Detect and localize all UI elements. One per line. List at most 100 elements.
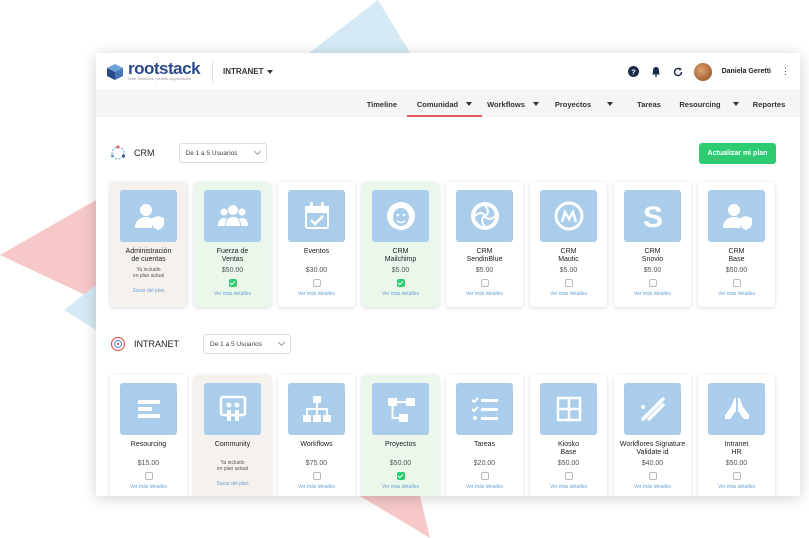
- card-resourcing[interactable]: Resourcing $15.00 Ver más detalles: [110, 375, 187, 496]
- see-details-link[interactable]: Ver más detalles: [466, 291, 503, 297]
- rootstack-logo[interactable]: rootstack Web Solutions | Mobile Applica…: [106, 60, 201, 81]
- card-eventos[interactable]: Eventos $30.00 Ver más detalles: [278, 182, 355, 307]
- card-name: Intranet HR: [724, 441, 749, 456]
- card-checkbox[interactable]: [312, 472, 321, 480]
- see-details-link[interactable]: Ver más detalles: [634, 291, 671, 297]
- refresh-icon[interactable]: [672, 66, 684, 78]
- card-checkbox[interactable]: [228, 279, 237, 287]
- hands-icon: [724, 397, 749, 419]
- card-name: Workflores Signature Validate id: [619, 441, 686, 456]
- intranet-icon: [110, 336, 126, 352]
- card-checkbox[interactable]: [396, 472, 405, 480]
- nav-comunidad[interactable]: Comunidad: [407, 91, 482, 117]
- sitemap-icon: [302, 396, 331, 422]
- card-name: Fuerza de Ventas: [216, 248, 249, 263]
- card-checkbox[interactable]: [648, 472, 657, 480]
- card-checkbox[interactable]: [396, 279, 405, 287]
- card-price: $5.00: [391, 267, 410, 274]
- card-checkbox[interactable]: [732, 279, 741, 287]
- card-name: CRM SendinBlue: [466, 248, 503, 263]
- bell-icon[interactable]: [650, 66, 662, 78]
- card-checkbox[interactable]: [312, 279, 321, 287]
- nav-resourcing[interactable]: Resourcing: [674, 91, 744, 117]
- see-details-link[interactable]: Ver más detalles: [382, 484, 419, 490]
- intranet-users-select[interactable]: De 1 a 5 Usuarios: [203, 334, 291, 354]
- card-price: $5.00: [643, 267, 662, 274]
- card-checkbox[interactable]: [648, 279, 657, 287]
- card-crm-mautic[interactable]: CRM Mautic $5.00 Ver más detalles: [530, 182, 607, 307]
- see-details-link[interactable]: Ver más detalles: [466, 484, 503, 490]
- card-name: Resourcing: [130, 441, 167, 448]
- card-crm-mailchimp[interactable]: CRM Mailchimp $5.00 Ver más detalles: [362, 182, 439, 307]
- remove-from-plan-link[interactable]: Sacar del plan: [133, 288, 165, 294]
- card-price: $5.00: [559, 267, 578, 274]
- card-price: $20.00: [473, 460, 496, 467]
- card-name: CRM Snovio: [641, 248, 664, 263]
- sendinblue-icon: [470, 202, 499, 230]
- svg-text:S: S: [642, 201, 662, 232]
- see-details-link[interactable]: Ver más detalles: [298, 291, 335, 297]
- signature-icon: [640, 397, 665, 421]
- card-workflows[interactable]: Workflows $75.00 Ver más detalles: [278, 375, 355, 496]
- remove-from-plan-link[interactable]: Sacar del plan: [217, 481, 249, 487]
- section-dropdown[interactable]: INTRANET: [223, 67, 274, 76]
- caret-down-icon: [267, 69, 274, 74]
- see-details-link[interactable]: Ver más detalles: [130, 484, 167, 490]
- card-crm-snovio[interactable]: S CRM Snovio $5.00 Ver más detalles: [614, 182, 691, 307]
- card-proyectos[interactable]: Proyectos $50.00 Ver más detalles: [362, 375, 439, 496]
- see-details-link[interactable]: Ver más detalles: [382, 291, 419, 297]
- card-tareas[interactable]: Tareas $20.00 Ver más detalles: [446, 375, 523, 496]
- card-workflores-signature[interactable]: Workflores Signature Validate id $40.00 …: [614, 375, 691, 496]
- see-details-link[interactable]: Ver más detalles: [550, 484, 587, 490]
- avatar[interactable]: [693, 62, 712, 81]
- more-options-icon[interactable]: ⋮: [781, 66, 790, 77]
- card-crm-base[interactable]: CRM Base $50.00 Ver más detalles: [698, 182, 775, 307]
- see-details-link[interactable]: Ver más detalles: [298, 484, 335, 490]
- crm-cards: Administración de cuentas Ya incluido en…: [110, 182, 775, 307]
- caret-down-icon: [607, 102, 614, 106]
- caret-down-icon: [466, 102, 473, 106]
- see-details-link[interactable]: Ver más detalles: [214, 291, 251, 297]
- card-price: $50.00: [725, 460, 748, 467]
- chevron-down-icon: [253, 147, 261, 156]
- update-plan-button[interactable]: Actualizar mi plan: [699, 143, 776, 164]
- card-intranet-hr[interactable]: Intranet HR $50.00 Ver más detalles: [698, 375, 775, 496]
- card-price: $50.00: [725, 267, 748, 274]
- card-checkbox[interactable]: [480, 279, 489, 287]
- top-bar: rootstack Web Solutions | Mobile Applica…: [96, 53, 800, 91]
- user-name[interactable]: Daniela Geretti: [722, 68, 771, 75]
- card-fuerza-ventas[interactable]: Fuerza de Ventas $50.00 Ver más detalles: [194, 182, 271, 307]
- see-details-link[interactable]: Ver más detalles: [634, 484, 671, 490]
- intranet-cards: Resourcing $15.00 Ver más detalles Commu…: [110, 375, 775, 496]
- card-checkbox[interactable]: [144, 472, 153, 480]
- card-crm-sendinblue[interactable]: CRM SendinBlue $5.00 Ver más detalles: [446, 182, 523, 307]
- crm-icon: [111, 145, 125, 160]
- user-shield-icon: [722, 204, 752, 230]
- see-details-link[interactable]: Ver más detalles: [718, 484, 755, 490]
- nav-proyectos[interactable]: Proyectos: [544, 91, 624, 117]
- nav-tareas[interactable]: Tareas: [624, 91, 674, 117]
- card-name: Proyectos: [384, 441, 417, 448]
- see-details-link[interactable]: Ver más detalles: [718, 291, 755, 297]
- card-checkbox[interactable]: [732, 472, 741, 480]
- svg-text:?: ?: [631, 67, 636, 76]
- card-checkbox[interactable]: [564, 472, 573, 480]
- user-shield-icon: [134, 204, 164, 230]
- nav-timeline[interactable]: Timeline: [357, 91, 407, 117]
- card-kiosko-base[interactable]: Kiosko Base $50.00 Ver más detalles: [530, 375, 607, 496]
- nav-reportes[interactable]: Reportes: [744, 91, 794, 117]
- help-icon[interactable]: ?: [628, 66, 640, 78]
- card-name: CRM Mautic: [558, 248, 579, 263]
- card-administracion-cuentas[interactable]: Administración de cuentas Ya incluido en…: [110, 182, 187, 307]
- app-window: rootstack Web Solutions | Mobile Applica…: [96, 53, 800, 496]
- card-checkbox[interactable]: [564, 279, 573, 287]
- crm-users-select[interactable]: De 1 a 5 Usuarios: [178, 143, 267, 163]
- nav-workflows[interactable]: Workflows: [482, 91, 544, 117]
- see-details-link[interactable]: Ver más detalles: [550, 291, 587, 297]
- card-note: Ya incluido en plan actual: [132, 267, 165, 279]
- main-nav: Timeline Comunidad Workflows Proyectos T…: [96, 91, 800, 117]
- card-community[interactable]: Community Ya incluido en plan actual Sac…: [194, 375, 271, 496]
- bars-icon: [137, 400, 160, 418]
- card-name: Tareas: [473, 441, 495, 448]
- card-checkbox[interactable]: [480, 472, 489, 480]
